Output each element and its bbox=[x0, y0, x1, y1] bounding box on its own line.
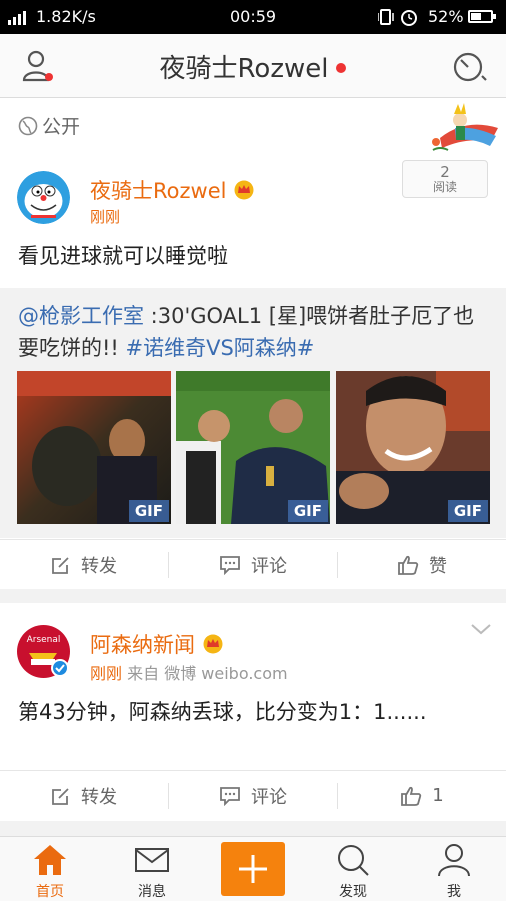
search-icon bbox=[338, 845, 369, 876]
mention-link[interactable]: @枪影工作室 bbox=[18, 304, 144, 328]
post1-actions: 转发 评论 赞 bbox=[0, 539, 506, 589]
read-label: 阅读 bbox=[432, 180, 457, 194]
timer-icon[interactable] bbox=[450, 48, 488, 84]
forward-icon bbox=[52, 556, 69, 574]
battery-icon bbox=[468, 10, 496, 23]
tab-messages[interactable]: 消息 bbox=[102, 837, 202, 901]
envelope-icon bbox=[135, 848, 169, 872]
signal-icon bbox=[8, 11, 26, 25]
status-bar: 1.82K/s 00:59 52% bbox=[0, 0, 506, 34]
like-button[interactable]: 1 bbox=[338, 771, 506, 820]
vibrate-alarm-icons bbox=[378, 9, 417, 26]
like-count: 1 bbox=[432, 785, 444, 806]
forward-icon bbox=[52, 787, 69, 805]
post-time: 刚刚 bbox=[90, 208, 121, 226]
comment-icon bbox=[220, 555, 240, 575]
vip-crown-icon bbox=[234, 180, 254, 200]
gif-badge: GIF bbox=[287, 500, 328, 522]
tab-home[interactable]: 首页 bbox=[0, 837, 100, 901]
repost-image-3[interactable]: GIF bbox=[336, 371, 490, 524]
post-meta: 刚刚 来自 微博 weibo.com bbox=[90, 664, 288, 683]
post-text: 第43分钟，阿森纳丢球，比分变为1：1...... bbox=[18, 700, 427, 724]
gif-badge: GIF bbox=[128, 500, 169, 522]
comment-icon bbox=[220, 786, 240, 806]
vip-crown-icon bbox=[203, 634, 223, 654]
post-text: 看见进球就可以睡觉啦 bbox=[18, 244, 228, 268]
battery-percent: 52% bbox=[428, 7, 464, 26]
compose-button[interactable] bbox=[221, 842, 285, 896]
read-count-box: 2 阅读 bbox=[402, 160, 488, 198]
arsenal-avatar[interactable]: Arsenal bbox=[17, 625, 70, 678]
forward-button[interactable]: 转发 bbox=[0, 540, 168, 589]
top-nav-bar: 夜骑士Rozwel bbox=[0, 34, 506, 98]
repost-text: @枪影工作室 :30'GOAL1 [星]喂饼者肚子厄了也要吃饼的!! #诺维奇V… bbox=[18, 304, 475, 360]
gif-badge: GIF bbox=[447, 500, 488, 522]
plus-icon bbox=[239, 855, 267, 883]
privacy-label: 公开 bbox=[18, 112, 80, 139]
forward-button[interactable]: 转发 bbox=[0, 771, 168, 820]
thumbs-up-icon bbox=[401, 786, 422, 806]
post2-actions: 转发 评论 1 bbox=[0, 770, 506, 820]
repost-image-1[interactable]: GIF bbox=[17, 371, 171, 524]
page-title: 夜骑士Rozwel bbox=[0, 48, 506, 85]
person-icon bbox=[438, 844, 470, 877]
hashtag-link[interactable]: #诺维奇VS阿森纳# bbox=[126, 336, 315, 360]
author-name[interactable]: 阿森纳新闻 bbox=[90, 629, 224, 659]
home-icon bbox=[34, 845, 66, 875]
globe-icon bbox=[18, 116, 38, 136]
network-speed: 1.82K/s bbox=[36, 7, 96, 26]
read-count: 2 bbox=[440, 163, 450, 181]
comment-button[interactable]: 评论 bbox=[169, 540, 337, 589]
comment-button[interactable]: 评论 bbox=[169, 771, 337, 820]
unread-dot bbox=[336, 62, 347, 73]
tab-discover[interactable]: 发现 bbox=[303, 837, 403, 901]
arsenal-avatar-text: Arsenal bbox=[27, 635, 61, 645]
little-prince-decoration bbox=[432, 103, 498, 151]
like-button[interactable]: 赞 bbox=[338, 540, 506, 589]
author-avatar[interactable] bbox=[17, 171, 70, 224]
tab-me[interactable]: 我 bbox=[404, 837, 504, 901]
clock: 00:59 bbox=[230, 7, 277, 26]
author-name[interactable]: 夜骑士Rozwel bbox=[90, 175, 255, 205]
thumbs-up-icon bbox=[398, 555, 419, 575]
repost-image-2[interactable]: GIF bbox=[176, 371, 330, 524]
chevron-down-icon[interactable] bbox=[470, 622, 492, 636]
